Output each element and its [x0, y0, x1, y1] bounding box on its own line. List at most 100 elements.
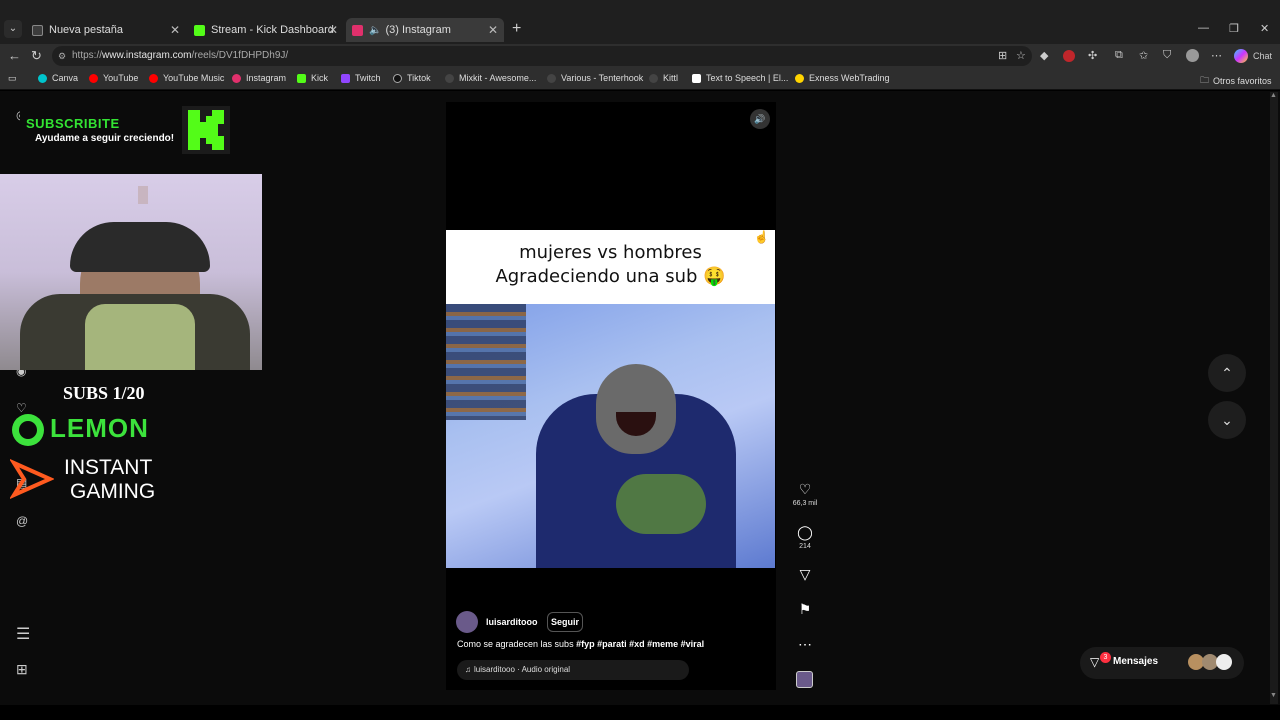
volume-icon[interactable]: 🔊 — [750, 109, 770, 129]
bookmark-instagram[interactable]: Instagram — [232, 73, 286, 83]
bookmark-tenterhook[interactable]: Various - Tenterhook — [547, 73, 643, 83]
caption-line-2: Agradeciendo una sub 🤑 — [495, 266, 726, 287]
reading-list-icon[interactable]: ▭ — [8, 73, 17, 84]
copilot-icon[interactable] — [1234, 49, 1248, 63]
music-note-icon: ♫ — [465, 665, 471, 674]
close-icon[interactable]: ✕ — [488, 23, 498, 37]
url-text: https://www.instagram.com/reels/DV1fDHPD… — [72, 50, 289, 61]
video-frame[interactable] — [446, 304, 775, 568]
reload-icon[interactable]: ↻ — [31, 48, 42, 64]
wolf-mask — [596, 364, 676, 454]
author-avatar[interactable] — [456, 611, 478, 633]
tab-label: Nueva pestaña — [49, 24, 123, 36]
previous-reel-button[interactable]: ⌃ — [1208, 354, 1246, 392]
split-screen-icon[interactable]: ⧉ — [1115, 49, 1123, 62]
bookmark-kick[interactable]: Kick — [297, 73, 328, 83]
tab-search-button[interactable]: ⌄ — [4, 20, 22, 38]
audio-track[interactable]: ♫ luisarditooo · Audio original — [457, 660, 689, 680]
new-tab-icon — [32, 24, 43, 36]
shield-icon[interactable]: ⛉ — [1163, 49, 1171, 62]
subscribe-title: SUBSCRIBITE — [26, 116, 120, 131]
new-tab-button[interactable]: + — [512, 20, 521, 38]
canva-icon — [38, 73, 47, 83]
more-options-button[interactable]: ⋯ — [790, 636, 820, 653]
taskbar-strip — [0, 705, 1280, 720]
next-reel-button[interactable]: ⌄ — [1208, 401, 1246, 439]
adblock-icon[interactable] — [1063, 50, 1075, 62]
subs-goal: SUBS 1/20 — [63, 383, 145, 403]
scroll-down-icon[interactable]: ▼ — [1270, 692, 1277, 699]
instagram-icon — [352, 24, 363, 36]
messenger-icon: ▽ — [1090, 655, 1100, 669]
webcam-feed — [0, 174, 262, 370]
more-icon: ⋯ — [798, 636, 812, 652]
install-icon[interactable]: ⊞ — [998, 49, 1007, 62]
extension-diamond-icon[interactable]: ◆ — [1040, 49, 1048, 62]
toolbar: ← ↻ ⚙ https://www.instagram.com/reels/DV… — [0, 44, 1280, 68]
elevenlabs-icon — [692, 73, 701, 83]
other-favorites[interactable]: 🗀 Otros favoritos — [1200, 73, 1272, 89]
mixkit-icon — [445, 73, 454, 83]
back-icon[interactable]: ← — [8, 48, 21, 63]
bookmark-youtube-music[interactable]: YouTube Music — [149, 73, 224, 83]
bookmark-twitch[interactable]: Twitch — [341, 73, 381, 83]
save-button[interactable]: ⚑ — [790, 601, 820, 618]
reel-description: Como se agradecen las subs #fyp #parati … — [457, 639, 705, 649]
follow-button[interactable]: Seguir — [547, 612, 583, 632]
more-apps-icon[interactable]: ⊞ — [16, 661, 28, 678]
author-username[interactable]: luisarditooo — [486, 617, 538, 627]
share-button[interactable]: ▽ — [790, 566, 820, 583]
instant-gaming-label: INSTANT GAMING — [64, 456, 156, 503]
menu-icon[interactable]: ☰ — [16, 624, 30, 644]
heart-icon: ♡ — [798, 481, 812, 497]
like-count: 66,3 mil — [792, 500, 818, 507]
bookmark-canva[interactable]: Canva — [38, 73, 78, 83]
address-bar[interactable]: ⚙ https://www.instagram.com/reels/DV1fDH… — [52, 46, 1032, 66]
restore-icon[interactable]: ❐ — [1229, 22, 1239, 35]
close-icon[interactable]: ✕ — [170, 23, 180, 37]
kick-icon — [297, 73, 306, 83]
threads-icon[interactable]: @ — [16, 514, 28, 528]
extensions-icon[interactable]: ✣ — [1088, 49, 1097, 62]
more-menu-icon[interactable]: ⋯ — [1211, 49, 1222, 62]
youtube-music-icon — [149, 73, 158, 83]
close-window-icon[interactable]: ✕ — [1260, 22, 1269, 35]
audio-icon[interactable]: 🔈 — [369, 25, 381, 36]
bookmark-mixkit[interactable]: Mixkit - Awesome... — [445, 73, 536, 83]
bookmark-tiktok[interactable]: Tiktok — [393, 73, 431, 83]
pointer-cursor-icon: ☝ — [754, 230, 769, 244]
profile-avatar[interactable] — [1186, 49, 1199, 62]
comment-button[interactable]: ◯ 214 — [790, 524, 820, 550]
scrollbar[interactable] — [1270, 92, 1278, 704]
tenterhook-icon — [547, 73, 556, 83]
caption-line-1: mujeres vs hombres — [519, 242, 702, 263]
messages-label: Mensajes — [1113, 656, 1159, 667]
bookmark-text-to-speech[interactable]: Text to Speech | El... — [692, 73, 788, 83]
site-info-icon[interactable]: ⚙ — [58, 46, 66, 66]
bookmark-youtube[interactable]: YouTube — [89, 73, 138, 83]
tab-bar: ⌄ Nueva pestaña ✕ Stream - Kick Dashboar… — [0, 0, 1280, 44]
audio-avatar-thumbnail[interactable] — [796, 671, 813, 688]
close-icon[interactable]: ✕ — [328, 23, 338, 37]
chat-overlay-thumbnail — [446, 304, 526, 420]
like-button[interactable]: ♡ 66,3 mil — [790, 481, 820, 507]
comment-count: 214 — [799, 543, 811, 550]
exness-icon — [795, 73, 804, 83]
chat-button[interactable]: Chat — [1253, 51, 1272, 61]
folder-icon: 🗀 — [1200, 75, 1210, 85]
favorites-icon[interactable]: ✩ — [1139, 49, 1148, 62]
messages-badge: 3 — [1100, 652, 1111, 663]
scroll-up-icon[interactable]: ▲ — [1270, 92, 1277, 99]
tab-instagram[interactable]: 🔈 (3) Instagram ✕ — [346, 18, 504, 42]
favorite-star-icon[interactable]: ☆ — [1016, 49, 1026, 62]
tab-label: (3) Instagram — [385, 24, 451, 36]
kittl-icon — [649, 73, 658, 83]
tab-kick[interactable]: Stream - Kick Dashboard ✕ — [188, 18, 344, 42]
bookmark-exness[interactable]: Exness WebTrading — [795, 73, 890, 83]
minimize-icon[interactable]: — — [1198, 22, 1209, 34]
hashtags[interactable]: #fyp #parati #xd #meme #viral — [576, 639, 704, 649]
tab-new[interactable]: Nueva pestaña ✕ — [26, 18, 186, 42]
instagram-icon — [232, 73, 241, 83]
bookmark-kittl[interactable]: Kittl — [649, 73, 678, 83]
youtube-icon — [89, 73, 98, 83]
